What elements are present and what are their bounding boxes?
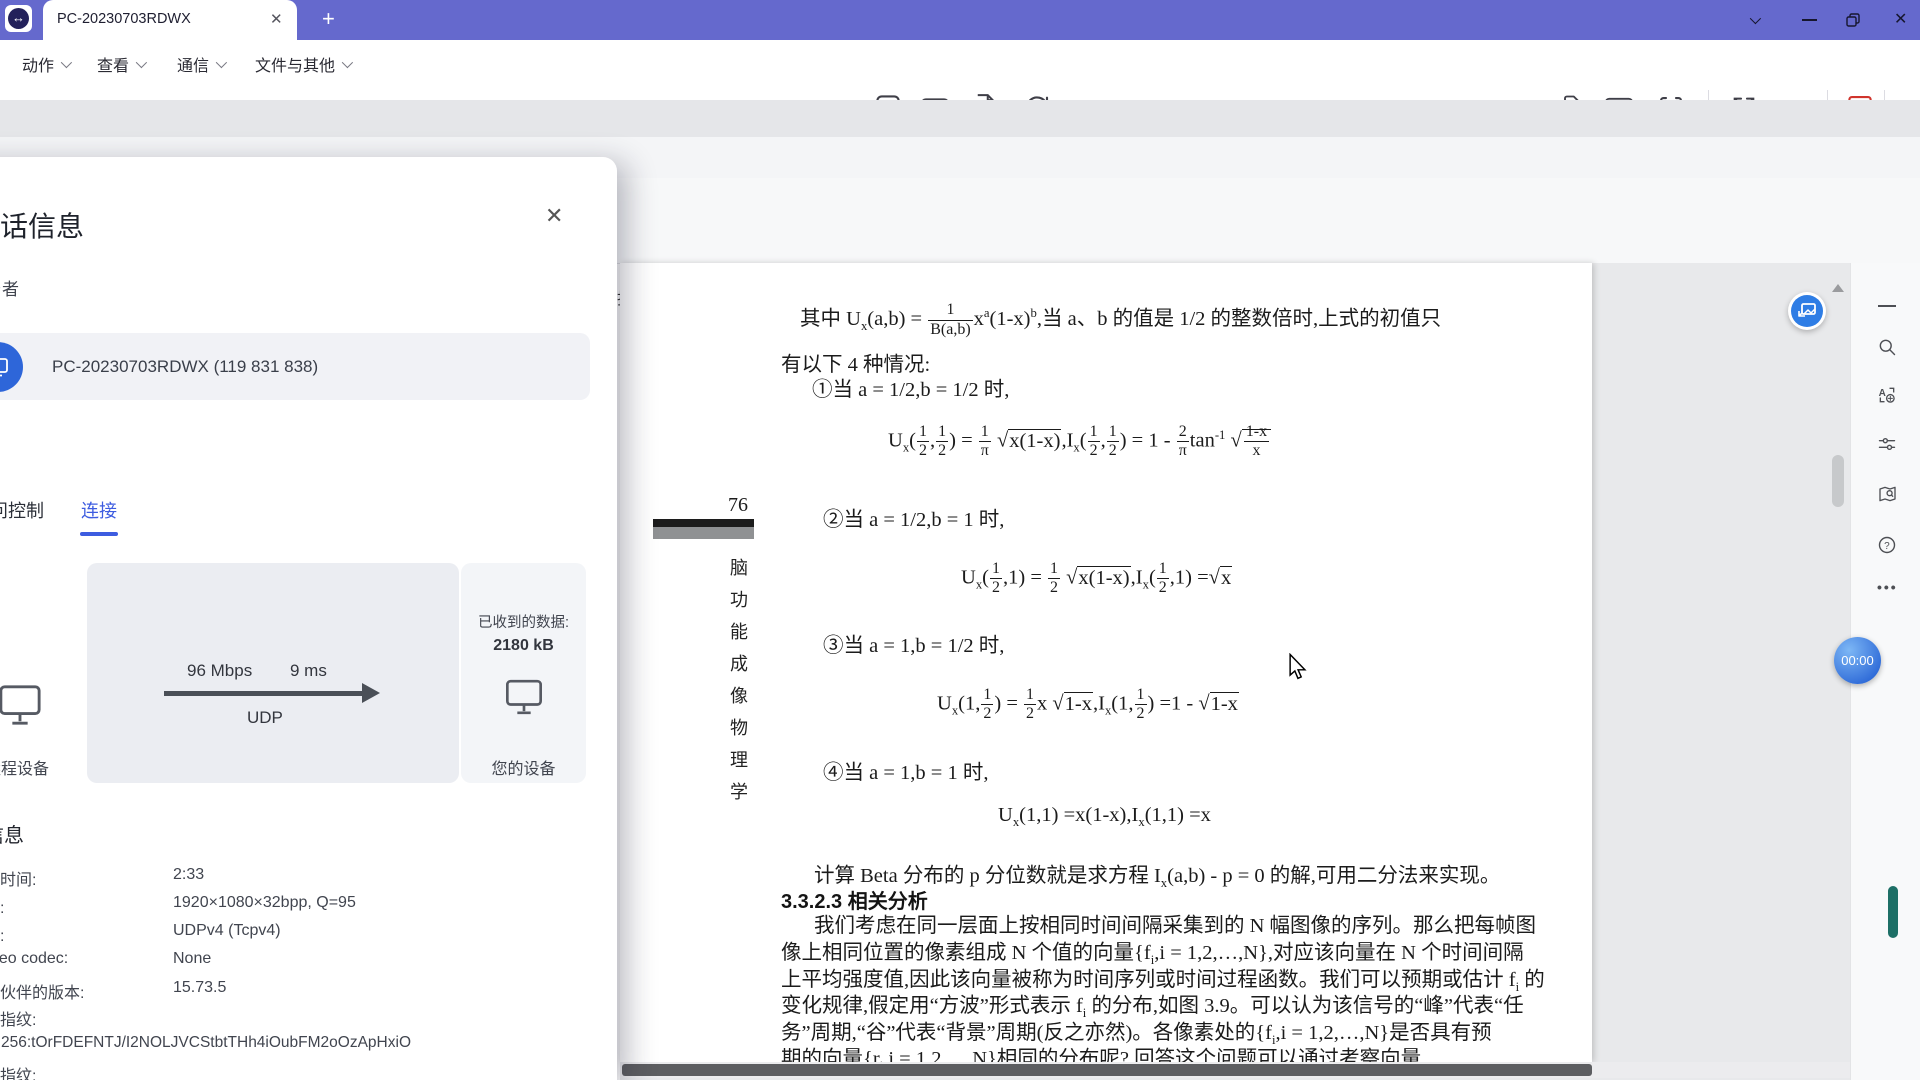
fingerprint-label-2: 的指纹: [0, 1062, 36, 1080]
participant-name: PC-20230703RDWX (119 831 838) [52, 357, 318, 377]
minimize-button[interactable] [1802, 19, 1817, 21]
doc-formula-3: Ux(1,12) = 12x √1-x,Ix(1,12) =1 - √1-x [937, 686, 1239, 724]
doc-intro-line: 其中 Ux(a,b) = 1B(a,b)xa(1-x)b,当 a、b 的值是 1… [800, 301, 1441, 339]
connection-stats-card: 96 Mbps 9 ms UDP [87, 563, 459, 783]
session-info-panel: 会话信息 ✕ 参与者 PC-20230703RDWX (119 831 838)… [0, 157, 617, 1080]
menu-view[interactable]: 查看 [97, 51, 144, 77]
doc-para-line: 我们考虑在同一层面上按相同时间间隔采集到的 N 幅图像的序列。那么把每帧图 [814, 908, 1536, 938]
detail-value: None [173, 950, 211, 968]
received-data-value: 2180 kB [461, 637, 586, 655]
session-tab[interactable]: PC-20230703RDWX ✕ [43, 0, 297, 40]
teamviewer-toolbar: 动作 查看 通信 文件与其他 ↔ [0, 40, 1920, 100]
info-section-header: 信息 [0, 819, 24, 848]
fingerprint-label: 的指纹: [0, 1006, 36, 1030]
local-device-label: 您的设备 [461, 755, 586, 779]
latency-value: 9 ms [290, 661, 327, 681]
menu-files-extras[interactable]: 文件与其他 [255, 51, 350, 77]
close-window-button[interactable]: ✕ [1894, 9, 1907, 29]
connection-arrowhead [362, 683, 380, 703]
received-data-label: 已收到的数据: [461, 611, 586, 632]
svg-text:A: A [1879, 388, 1886, 399]
detail-label: 持续时间: [0, 866, 36, 890]
chevron-down-icon [136, 57, 147, 68]
doc-case-4: ④当 a = 1,b = 1 时, [823, 755, 988, 785]
local-device-card: 已收到的数据: 2180 kB 您的设备 [461, 563, 586, 783]
scroll-up-arrow[interactable] [1832, 284, 1844, 292]
sidebar-search-icon[interactable] [1877, 337, 1897, 357]
new-session-tab-button[interactable]: + [322, 6, 335, 32]
remote-device-icon [0, 683, 43, 727]
remote-device-label: 远程设备 [0, 755, 49, 779]
session-tab-close-icon[interactable]: ✕ [270, 10, 283, 28]
horizontal-scrollbar-track[interactable] [620, 1062, 1850, 1078]
detail-value: 1920×1080×32bpp, Q=95 [173, 894, 356, 912]
doc-case-1: ①当 a = 1/2,b = 1/2 时, [812, 372, 1009, 402]
active-tab-underline [80, 532, 118, 536]
menu-actions[interactable]: 动作 [22, 51, 69, 77]
doc-case-2: ②当 a = 1/2,b = 1 时, [823, 502, 1004, 532]
svg-text:?: ? [1884, 541, 1890, 552]
margin-bar-dark [653, 519, 754, 527]
tab-connection[interactable]: 连接 [81, 497, 117, 523]
detail-label: 合作伙伴的版本: [0, 979, 84, 1003]
teamviewer-logo-icon: ↔ [8, 8, 29, 29]
participant-row[interactable]: PC-20230703RDWX (119 831 838) [0, 333, 590, 400]
edge-scrollbar-marker[interactable] [1888, 886, 1898, 938]
detail-value: UDPv4 (Tcpv4) [173, 922, 281, 940]
panel-title: 会话信息 [0, 205, 84, 245]
panel-close-icon[interactable]: ✕ [545, 203, 563, 229]
connection-arrow [164, 691, 366, 696]
teamviewer-titlebar: ↔ PC-20230703RDWX ✕ + ✕ [0, 0, 1920, 40]
restore-button[interactable] [1846, 13, 1860, 27]
horizontal-scrollbar-thumb[interactable] [622, 1064, 1592, 1076]
sidebar-more-icon[interactable]: ••• [1877, 579, 1898, 595]
wps-tabbar: W365 消息 P 脑功能成像物理学 (1).pdf ✕ + [0, 100, 1920, 137]
sidebar-settings-icon[interactable] [1877, 434, 1897, 454]
menu-communicate[interactable]: 通信 [177, 51, 224, 77]
detail-value: 15.73.5 [173, 979, 226, 997]
doc-formula-1: Ux(12,12) = 1π √x(1-x),Ix(12,12) = 1 - 2… [888, 423, 1271, 461]
detail-label: Video codec: [0, 950, 68, 968]
sidebar-collapse-button[interactable] [1878, 305, 1896, 307]
session-tab-title: PC-20230703RDWX [57, 11, 191, 27]
local-device-icon [504, 677, 544, 717]
participants-label: 参与者 [0, 275, 19, 300]
detail-value: 2:33 [173, 866, 204, 884]
chevron-down-icon [342, 57, 353, 68]
teamviewer-logo: ↔ [5, 5, 32, 32]
doc-case-3: ③当 a = 1,b = 1/2 时, [823, 628, 1004, 658]
detail-label: 分辨率: [0, 894, 4, 918]
doc-formula-4: Ux(1,1) =x(1-x),Ix(1,1) =x [998, 804, 1211, 830]
pdf-page: 其中 Ux(a,b) = 1B(a,b)xa(1-x)b,当 a、b 的值是 1… [620, 263, 1592, 1062]
speed-value: 96 Mbps [187, 661, 252, 681]
margin-bar-gray [653, 527, 754, 539]
tab-access-control[interactable]: 访问控制 [0, 497, 44, 523]
fingerprint-value: 256:tOrFDEFNTJ/I2NOLJVCStbtTHh4iOubFM2oO… [1, 1034, 411, 1052]
doc-formula-2: Ux(12,1) = 12 √x(1-x),Ix(12,1) =√x [961, 560, 1232, 598]
session-timer-bubble[interactable]: 00:00 [1834, 637, 1881, 684]
sidebar-translate-icon[interactable]: A [1877, 385, 1897, 405]
chevron-down-icon [61, 57, 72, 68]
protocol-value: UDP [247, 708, 283, 728]
doc-side-title: 脑功能成像物理学 [729, 552, 749, 808]
vertical-scrollbar-thumb[interactable] [1832, 455, 1844, 507]
detail-label: 协议: [0, 922, 4, 946]
participant-avatar [0, 342, 23, 392]
chevron-down-icon [216, 57, 227, 68]
titlebar-chevron-down-icon[interactable] [1750, 13, 1761, 24]
doc-page-number: 76 [723, 494, 753, 517]
floating-image-tool-button[interactable] [1788, 292, 1826, 330]
sidebar-help-icon[interactable]: ? [1877, 535, 1897, 555]
mouse-cursor [1288, 653, 1307, 681]
sidebar-navigation-icon[interactable] [1877, 484, 1898, 504]
